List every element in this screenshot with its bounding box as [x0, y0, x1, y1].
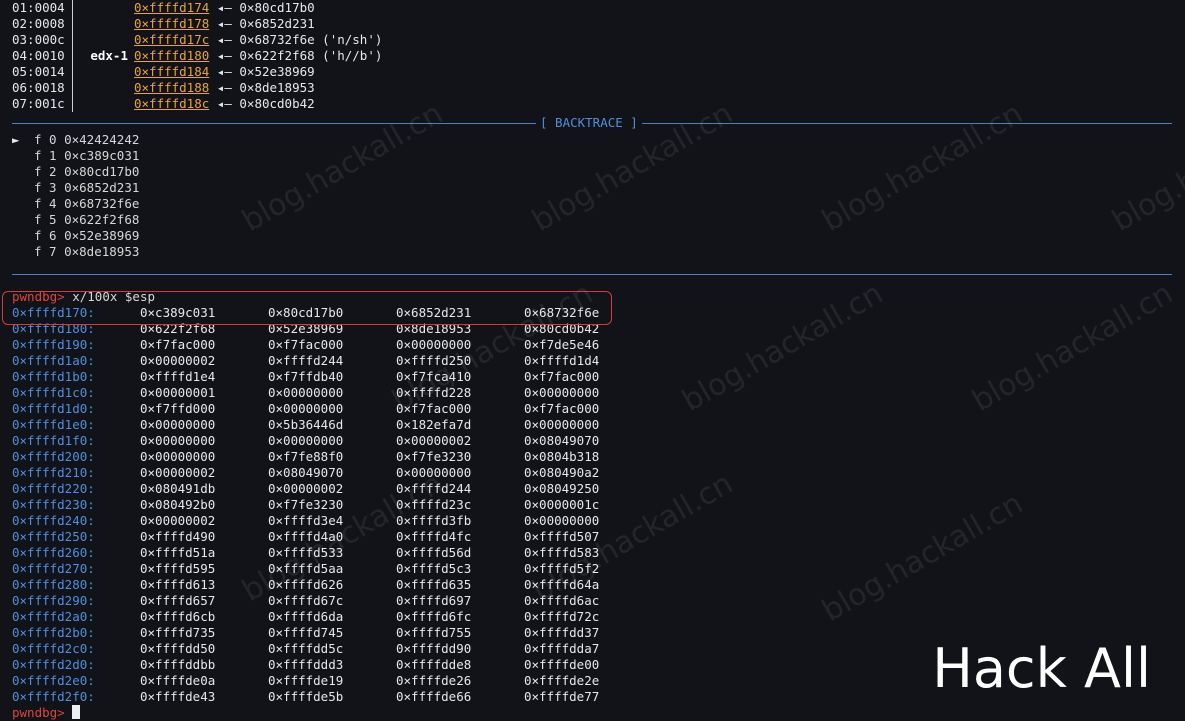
stack-line: 06:0018 0×ffffd188 ◂— 0×8de18953 — [12, 80, 315, 96]
backtrace-frame: f 1 0×c389c031 — [34, 148, 140, 163]
input-line[interactable]: pwndbg> — [12, 705, 1172, 721]
backtrace-frame: ► f 0 0×42424242 — [12, 132, 140, 147]
memory-row: 0×ffffd190: 0×f7fac000 0×f7fac000 0×0000000… — [12, 337, 600, 352]
stack-line: 07:001c 0×ffffd18c ◂— 0×80cd0b42 — [12, 96, 315, 112]
stack-line: 04:0010 edx-1 0×ffffd180 ◂— 0×622f2f68 ('h… — [12, 48, 383, 64]
memory-row: 0×ffffd1b0: 0×ffffd1e4 0×f7ffdb40 0×f7fca41… — [12, 369, 600, 384]
memory-row: 0×ffffd270: 0×ffffd595 0×ffffd5aa 0×ffffd5c… — [12, 561, 600, 576]
memory-row: 0×ffffd280: 0×ffffd613 0×ffffd626 0×ffffd63… — [12, 577, 600, 592]
memory-row: 0×ffffd1d0: 0×f7ffd000 0×00000000 0×f7fac00… — [12, 401, 600, 416]
memory-row: 0×ffffd240: 0×00000002 0×ffffd3e4 0×ffffd3f… — [12, 513, 600, 528]
backtrace-frame: f 7 0×8de18953 — [34, 244, 140, 259]
backtrace-section: ► f 0 0×42424242 f 1 0×c389c031 f 2 0×80c… — [12, 132, 1172, 260]
memory-row: 0×ffffd260: 0×ffffd51a 0×ffffd533 0×ffffd56… — [12, 545, 600, 560]
stack-address-link[interactable]: 0×ffffd184 — [134, 64, 209, 79]
stack-address-link[interactable]: 0×ffffd17c — [134, 32, 209, 47]
memory-row: 0×ffffd1e0: 0×00000000 0×5b36446d 0×182efa7… — [12, 417, 600, 432]
section-divider — [12, 274, 1172, 275]
prompt: pwndbg> — [12, 705, 65, 720]
backtrace-frame: f 5 0×622f2f68 — [34, 212, 140, 227]
stack-line: 01:0004 0×ffffd174 ◂— 0×80cd17b0 — [12, 0, 315, 16]
backtrace-frame: f 3 0×6852d231 — [34, 180, 140, 195]
backtrace-header: [ BACKTRACE ] — [536, 114, 642, 132]
text-cursor — [72, 705, 81, 719]
stack-address-link[interactable]: 0×ffffd178 — [134, 16, 209, 31]
stack-address-link[interactable]: 0×ffffd174 — [134, 0, 209, 15]
terminal[interactable]: 01:0004 0×ffffd174 ◂— 0×80cd17b0 02:0008 0… — [12, 0, 1172, 721]
memory-row: 0×ffffd2a0: 0×ffffd6cb 0×ffffd6da 0×ffffd6f… — [12, 609, 600, 624]
stack-line: 05:0014 0×ffffd184 ◂— 0×52e38969 — [12, 64, 315, 80]
brand-logo: Hack All — [932, 637, 1151, 700]
memory-row: 0×ffffd290: 0×ffffd657 0×ffffd67c 0×ffffd69… — [12, 593, 600, 608]
backtrace-divider: [ BACKTRACE ] — [12, 114, 1172, 132]
memory-row: 0×ffffd210: 0×00000002 0×08049070 0×0000000… — [12, 465, 600, 480]
highlight-annotation — [2, 291, 612, 325]
current-frame-arrow-icon: ► — [12, 132, 20, 147]
backtrace-frame: f 2 0×80cd17b0 — [34, 164, 140, 179]
backtrace-frame: f 6 0×52e38969 — [34, 228, 140, 243]
register-label: edx-1 — [90, 48, 128, 63]
memory-row: 0×ffffd1a0: 0×00000002 0×ffffd244 0×ffffd25… — [12, 353, 600, 368]
stack-section: 01:0004 0×ffffd174 ◂— 0×80cd17b0 02:0008 0… — [12, 0, 1172, 112]
stack-line: 02:0008 0×ffffd178 ◂— 0×6852d231 — [12, 16, 315, 32]
stack-address-link[interactable]: 0×ffffd188 — [134, 80, 209, 95]
memory-row: 0×ffffd230: 0×080492b0 0×f7fe3230 0×ffffd23… — [12, 497, 600, 512]
memory-row: 0×ffffd1c0: 0×00000001 0×00000000 0×ffffd22… — [12, 385, 600, 400]
memory-row: 0×ffffd1f0: 0×00000000 0×00000000 0×0000000… — [12, 433, 600, 448]
stack-address-link[interactable]: 0×ffffd180 — [134, 48, 209, 63]
memory-row: 0×ffffd220: 0×080491db 0×00000002 0×ffffd24… — [12, 481, 600, 496]
stack-line: 03:000c 0×ffffd17c ◂— 0×68732f6e ('n/sh') — [12, 32, 383, 48]
backtrace-frame: f 4 0×68732f6e — [34, 196, 140, 211]
memory-row: 0×ffffd200: 0×00000000 0×f7fe88f0 0×f7fe323… — [12, 449, 600, 464]
stack-address-link[interactable]: 0×ffffd18c — [134, 96, 209, 111]
memory-row: 0×ffffd250: 0×ffffd490 0×ffffd4a0 0×ffffd4f… — [12, 529, 600, 544]
